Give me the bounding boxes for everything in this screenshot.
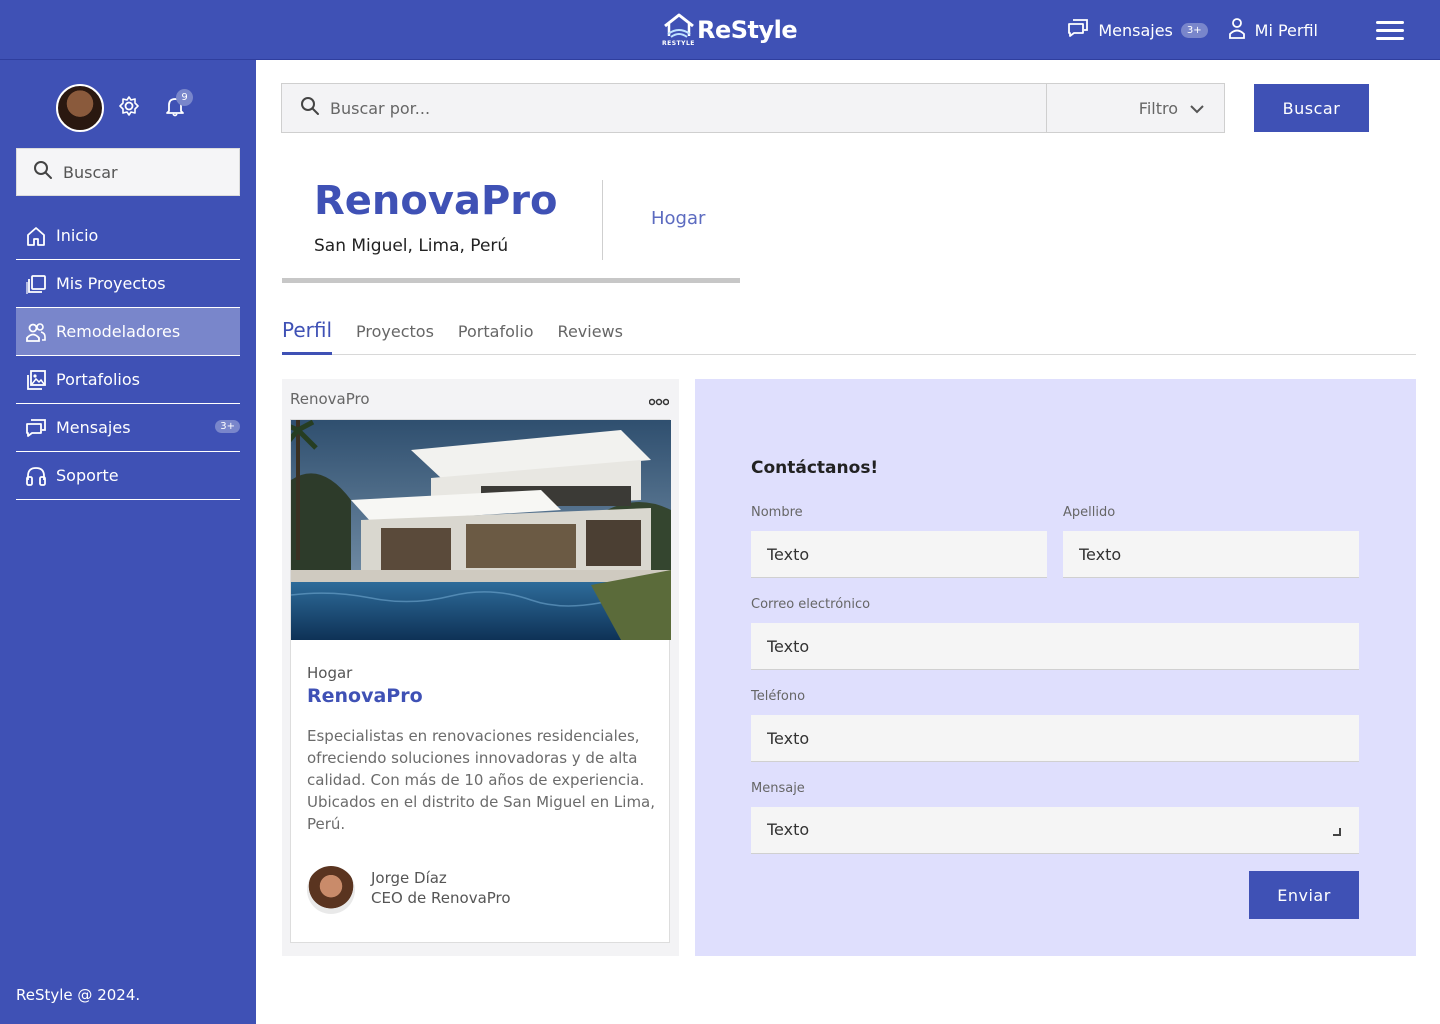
more-options-icon[interactable] [648, 391, 670, 410]
main-search-bar: Filtro [281, 83, 1225, 133]
home-icon [24, 224, 48, 248]
sidebar-item-remodeladores[interactable]: Remodeladores [16, 308, 240, 356]
card-company-name[interactable]: RenovaPro [307, 685, 423, 707]
menu-icon[interactable] [1376, 16, 1404, 45]
sidebar-item-label: Portafolios [56, 370, 140, 389]
message-label: Mensaje [751, 781, 805, 796]
sidebar-item-mensajes[interactable]: Mensajes 3+ [16, 404, 240, 452]
tab-perfil[interactable]: Perfil [282, 314, 333, 355]
sidebar-item-mis-proyectos[interactable]: Mis Proyectos [16, 260, 240, 308]
contact-form-title: Contáctanos! [751, 458, 879, 478]
email-input[interactable] [767, 636, 1359, 656]
card-description: Especialistas en renovaciones residencia… [307, 727, 656, 833]
user-avatar[interactable] [56, 84, 104, 132]
tab-reviews[interactable]: Reviews [558, 314, 623, 354]
header-divider [602, 180, 603, 260]
house-logo-icon: RESTYLE [662, 12, 696, 48]
filter-label: Filtro [1138, 98, 1178, 118]
phone-field[interactable] [751, 715, 1359, 762]
last-name-label: Apellido [1063, 505, 1116, 520]
profile-tabs: Perfil Proyectos Portafolio Reviews [282, 314, 1416, 355]
sidebar-item-label: Mis Proyectos [56, 274, 166, 293]
first-name-field[interactable] [751, 531, 1047, 578]
ceo-role: CEO de RenovaPro [371, 889, 511, 907]
sidebar-item-label: Remodeladores [56, 322, 181, 341]
topbar-profile-label: Mi Perfil [1254, 20, 1318, 40]
tab-portafolio[interactable]: Portafolio [458, 314, 534, 354]
sidebar-item-label: Mensajes [56, 418, 131, 437]
restyle-logo[interactable]: RESTYLE ReStyle [662, 10, 798, 50]
search-button[interactable]: Buscar [1254, 84, 1369, 132]
sidebar-item-label: Soporte [56, 466, 119, 485]
submit-button[interactable]: Enviar [1249, 871, 1359, 919]
sidebar: 9 Buscar Inicio Mis Proyectos Remodelado… [0, 60, 256, 1024]
tab-proyectos[interactable]: Proyectos [356, 314, 434, 354]
headset-icon [24, 464, 48, 488]
ceo-name: Jorge Díaz [371, 869, 447, 887]
last-name-input[interactable] [1079, 544, 1359, 564]
resize-handle-icon[interactable] [1333, 828, 1341, 836]
phone-label: Teléfono [751, 689, 806, 704]
house-photo [291, 420, 671, 640]
header-underline [282, 278, 740, 283]
chat-icon [24, 416, 48, 440]
sidebar-search-input[interactable]: Buscar [16, 148, 240, 196]
chevron-down-icon [1190, 99, 1204, 118]
users-icon [24, 320, 48, 344]
email-label: Correo electrónico [751, 597, 871, 612]
card-category: Hogar [307, 664, 353, 682]
phone-input[interactable] [767, 728, 1359, 748]
company-name-heading: RenovaPro [314, 178, 558, 224]
chat-icon [1067, 18, 1089, 42]
last-name-field[interactable] [1063, 531, 1359, 578]
messages-count-badge: 3+ [215, 420, 240, 433]
sidebar-item-soporte[interactable]: Soporte [16, 452, 240, 500]
sidebar-item-label: Inicio [56, 226, 99, 245]
notification-badge: 9 [176, 89, 193, 106]
gear-icon[interactable] [118, 95, 140, 121]
filter-dropdown[interactable]: Filtro [1046, 84, 1224, 132]
sidebar-menu: Inicio Mis Proyectos Remodeladores Porta… [16, 212, 240, 500]
first-name-label: Nombre [751, 505, 803, 520]
bell-icon[interactable]: 9 [164, 89, 193, 121]
main-search-input[interactable] [330, 98, 1010, 118]
message-textarea[interactable] [767, 819, 1359, 841]
sidebar-item-portafolios[interactable]: Portafolios [16, 356, 240, 404]
search-icon [300, 96, 320, 120]
logo-subtext: RESTYLE [662, 40, 695, 47]
message-field[interactable] [751, 807, 1359, 854]
first-name-input[interactable] [767, 544, 1047, 564]
company-category-link[interactable]: Hogar [651, 208, 705, 229]
company-location: San Miguel, Lima, Perú [314, 236, 509, 256]
topbar-profile-link[interactable]: Mi Perfil [1228, 17, 1318, 43]
ceo-avatar [307, 866, 355, 914]
sidebar-search-placeholder: Buscar [63, 162, 118, 182]
copyright-text: ReStyle @ 2024. [16, 986, 141, 1004]
messages-count-badge: 3+ [1180, 22, 1208, 38]
contact-form: Contáctanos! Nombre Apellido Correo elec… [695, 379, 1416, 956]
company-card: RenovaPro Hogar RenovaPro Especialistas … [282, 379, 679, 956]
topbar-messages-label: Mensajes [1098, 20, 1173, 40]
card-header-title: RenovaPro [290, 390, 370, 408]
gallery-icon [24, 368, 48, 392]
topbar-messages-link[interactable]: Mensajes 3+ [1067, 18, 1208, 42]
email-field[interactable] [751, 623, 1359, 670]
search-icon [33, 160, 53, 184]
sidebar-item-inicio[interactable]: Inicio [16, 212, 240, 260]
user-icon [1228, 17, 1246, 43]
card-body: Hogar RenovaPro Especialistas en renovac… [290, 419, 671, 943]
folders-icon [24, 272, 48, 296]
logo-text: ReStyle [697, 16, 798, 44]
top-navbar: RESTYLE ReStyle Mensajes 3+ Mi Perfil [0, 0, 1440, 60]
